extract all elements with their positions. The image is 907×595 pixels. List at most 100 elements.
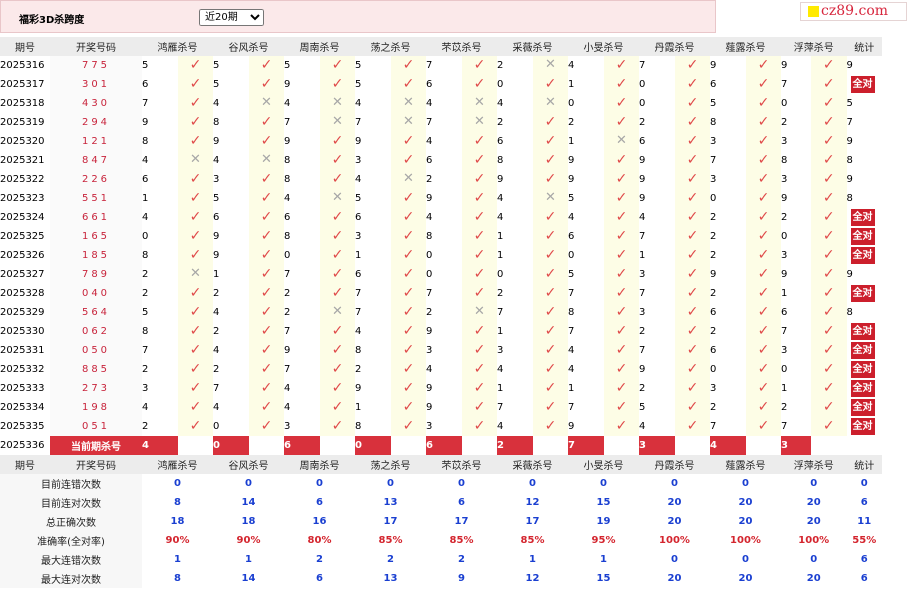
- check-icon: ✓: [178, 56, 213, 75]
- kill-number: 6: [426, 155, 433, 166]
- stat-value: 14: [241, 573, 256, 584]
- kill-number: 4: [213, 98, 220, 109]
- check-icon: ✓: [249, 379, 284, 398]
- kill-number: 5: [142, 307, 149, 318]
- stat-value: 100%: [730, 535, 761, 546]
- stat-value: 20: [738, 516, 753, 527]
- check-icon: ✓: [249, 398, 284, 417]
- check-icon: ✓: [462, 417, 497, 436]
- cross-icon: ✕: [604, 132, 639, 151]
- kill-number: 4: [639, 421, 646, 432]
- draw-number: 789: [50, 265, 142, 284]
- kill-number: 7: [497, 402, 504, 413]
- check-icon: ✓: [249, 132, 284, 151]
- cross-icon: ✕: [320, 303, 355, 322]
- check-mark: ✓: [473, 284, 486, 301]
- row-stat: 全对: [847, 322, 883, 341]
- kill-number: 9: [213, 231, 220, 242]
- kill-number: 6: [710, 307, 717, 318]
- column-header: 浮萍杀号: [781, 455, 847, 474]
- cross-icon: ✕: [178, 265, 213, 284]
- kill-number: 7: [639, 345, 646, 356]
- row-stat: 9: [846, 60, 853, 71]
- kill-number: 1: [568, 79, 575, 90]
- check-icon: ✓: [462, 322, 497, 341]
- check-icon: ✓: [178, 303, 213, 322]
- kill-number: 3: [284, 421, 291, 432]
- check-icon: ✓: [604, 417, 639, 436]
- stat-value: 0: [860, 478, 868, 489]
- check-icon: ✓: [746, 189, 781, 208]
- check-icon: ✓: [746, 265, 781, 284]
- issue-number: 2025323: [0, 193, 45, 204]
- kill-number: 4: [426, 98, 433, 109]
- check-icon: ✓: [533, 322, 568, 341]
- check-icon: ✓: [746, 113, 781, 132]
- check-icon: ✓: [249, 322, 284, 341]
- kill-number: 5: [284, 60, 291, 71]
- stat-value: 0: [671, 478, 678, 489]
- column-header: 统计: [846, 37, 882, 56]
- brand-logo[interactable]: cz89.com: [800, 2, 907, 21]
- check-mark: ✓: [615, 189, 628, 206]
- check-mark: ✓: [473, 151, 486, 168]
- cross-mark: ✕: [332, 304, 343, 319]
- issue-number: 2025332: [0, 364, 45, 375]
- table-row: 2025326 185 8 ✓ 9 ✓ 0 ✓ 1 ✓ 0 ✓ 1 ✓ 0 ✓ 1 ✓ 2 ✓ 3 ✓ 全对: [0, 246, 882, 265]
- kill-number: 4: [497, 421, 504, 432]
- stat-value: 17: [454, 516, 469, 527]
- stat-value: 20: [806, 573, 821, 584]
- column-header: 谷风杀号: [213, 455, 284, 474]
- check-icon: ✓: [746, 341, 781, 360]
- stat-value: 2: [316, 554, 323, 565]
- check-mark: ✓: [615, 322, 628, 339]
- kill-number: 9: [426, 402, 433, 413]
- check-mark: ✓: [260, 246, 273, 263]
- kill-number: 0: [781, 364, 788, 375]
- current-kill-number: 7: [568, 436, 604, 455]
- kill-number: 0: [426, 250, 433, 261]
- cross-mark: ✕: [403, 95, 414, 110]
- stat-label: 准确率(全对率): [0, 531, 142, 550]
- stat-value: 0: [458, 478, 465, 489]
- kill-number: 2: [639, 117, 646, 128]
- all-correct-badge: 全对: [850, 380, 875, 397]
- stat-value: 12: [525, 497, 540, 508]
- current-issue-row: 2025336 当前期杀号 4 0 6 0 6 2 7 3 4 3: [0, 436, 882, 455]
- row-stat: 全对: [847, 246, 883, 265]
- cross-icon: ✕: [462, 113, 497, 132]
- kill-number: 6: [426, 79, 433, 90]
- period-select[interactable]: 近20期: [199, 9, 264, 26]
- check-mark: ✓: [189, 170, 202, 187]
- check-icon: ✓: [746, 284, 781, 303]
- check-icon: ✓: [675, 227, 710, 246]
- stat-value: 0: [529, 478, 536, 489]
- check-mark: ✓: [757, 379, 770, 396]
- column-header: 鸿雁杀号: [142, 455, 213, 474]
- kill-number: 0: [142, 231, 149, 242]
- check-mark: ✓: [402, 341, 415, 358]
- draw-number: 775: [50, 56, 142, 75]
- check-icon: ✓: [249, 417, 284, 436]
- check-icon: ✓: [462, 398, 497, 417]
- draw-number: 121: [50, 132, 142, 151]
- kill-table: 期号 开奖号码 鸿雁杀号 谷风杀号 周南杀号 荡之杀号 芣苡杀号 采薇杀号 小旻杀号 丹霞杀号 薤露…: [0, 37, 882, 588]
- check-mark: ✓: [260, 303, 273, 320]
- check-mark: ✓: [331, 379, 344, 396]
- kill-number: 4: [213, 307, 220, 318]
- kill-number: 8: [568, 307, 575, 318]
- kill-number: 3: [142, 383, 149, 394]
- check-icon: ✓: [675, 379, 710, 398]
- check-icon: ✓: [391, 417, 426, 436]
- kill-number: 6: [355, 212, 362, 223]
- check-mark: ✓: [544, 398, 557, 415]
- kill-number: 0: [497, 269, 504, 280]
- check-icon: ✓: [746, 398, 781, 417]
- check-icon: ✓: [249, 303, 284, 322]
- check-icon: ✓: [462, 379, 497, 398]
- check-mark: ✓: [189, 322, 202, 339]
- cross-icon: ✕: [533, 189, 568, 208]
- kill-number: 2: [142, 269, 149, 280]
- cross-icon: ✕: [178, 151, 213, 170]
- stat-value: 15: [596, 573, 611, 584]
